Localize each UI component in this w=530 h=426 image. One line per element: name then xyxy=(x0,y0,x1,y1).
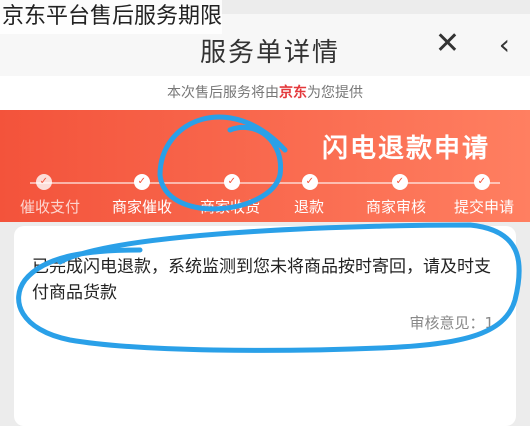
step-dot-3: ✓ xyxy=(302,174,318,190)
step-label: 提交申请 xyxy=(453,198,514,216)
chevron-left-icon[interactable]: ‹ xyxy=(499,28,510,61)
step-dot-6: ✓ xyxy=(36,174,52,190)
audit-opinion: 审核意见：1 xyxy=(409,314,494,332)
step-label: 催收支付 xyxy=(19,198,80,216)
step-label: 商家收货 xyxy=(199,198,260,216)
mirrored-screenshot: ‹ ✕ 服务单详情 本次售后服务将由京东为您提供 闪电退款申请 ✓ ✓ ✓ ✓ … xyxy=(0,0,530,426)
step-dot-4: ✓ xyxy=(224,174,240,190)
service-notice: 本次售后服务将由京东为您提供 xyxy=(0,76,530,110)
step-label: 退款 xyxy=(293,198,324,216)
step-label: 商家审核 xyxy=(365,198,426,216)
status-message: 已完成闪电退款，系统监测到您未将商品按时寄回，请及时支付商品货款 xyxy=(32,257,491,303)
step-label: 商家催收 xyxy=(111,198,172,216)
progress-line xyxy=(30,182,500,184)
step-dot-1: ✓ xyxy=(474,174,490,190)
notice-prefix: 本次售后服务将由 xyxy=(167,85,279,101)
step-dot-5: ✓ xyxy=(134,174,150,190)
caption-overlay: 京东平台售后服务期限 xyxy=(0,0,223,34)
notice-suffix: 为您提供 xyxy=(307,85,363,101)
notice-brand: 京东 xyxy=(279,85,307,101)
step-dot-2: ✓ xyxy=(392,174,408,190)
status-card: 已完成闪电退款，系统监测到您未将商品按时寄回，请及时支付商品货款 审核意见：1 xyxy=(14,226,516,426)
refund-title: 闪电退款申请 xyxy=(321,134,490,164)
close-icon[interactable]: ✕ xyxy=(435,26,460,61)
page-title: 服务单详情 xyxy=(199,38,340,68)
status-banner: 闪电退款申请 ✓ ✓ ✓ ✓ ✓ ✓ 提交申请 商家审核 退款 商家收货 商家催… xyxy=(0,110,530,222)
